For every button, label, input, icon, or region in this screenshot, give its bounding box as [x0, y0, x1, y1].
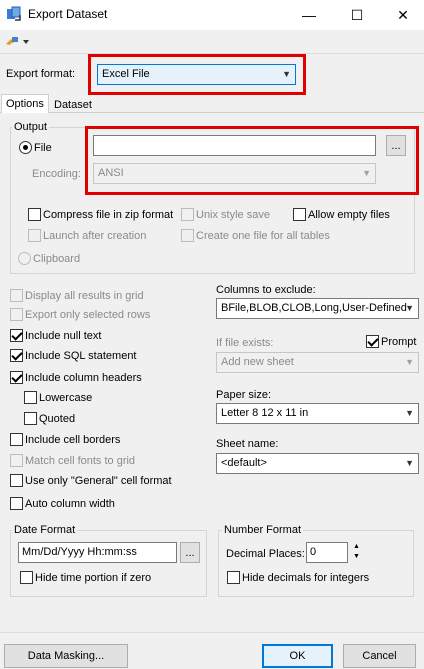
date-format-group: [10, 530, 207, 597]
display-all-checkbox[interactable]: [10, 289, 23, 302]
encoding-label: Encoding:: [32, 168, 81, 180]
allow-empty-checkbox[interactable]: [293, 208, 306, 221]
one-file-checkbox[interactable]: [181, 229, 194, 242]
quoted-label: Quoted: [39, 413, 76, 425]
include-null-label: Include null text: [25, 330, 102, 342]
cancel-button[interactable]: Cancel: [343, 644, 416, 668]
unix-style-checkbox[interactable]: [181, 208, 194, 221]
columns-exclude-value: BFile,BLOB,CLOB,Long,User-Defined: [221, 302, 407, 314]
decimal-places-label: Decimal Places:: [226, 548, 305, 560]
highlight-box-file: [85, 126, 419, 195]
launch-label: Launch after creation: [43, 230, 147, 242]
clipboard-radio[interactable]: [18, 252, 31, 265]
number-format-title: Number Format: [222, 524, 304, 536]
include-sql-checkbox[interactable]: [10, 349, 23, 362]
close-button[interactable]: ✕: [380, 0, 424, 30]
spin-down-icon[interactable]: ▼: [350, 552, 363, 562]
window-title: Export Dataset: [28, 7, 108, 21]
hide-decimals-label: Hide decimals for integers: [242, 572, 370, 584]
include-headers-label: Include column headers: [25, 372, 142, 384]
chevron-down-icon: ▼: [405, 408, 414, 418]
file-label: File: [34, 142, 52, 154]
include-borders-checkbox[interactable]: [10, 433, 23, 446]
columns-exclude-label: Columns to exclude:: [216, 284, 316, 296]
sheet-name-select[interactable]: <default> ▼: [216, 453, 419, 474]
app-icon: [7, 6, 21, 21]
chevron-down-icon: ▼: [405, 357, 414, 367]
compress-checkbox[interactable]: [28, 208, 41, 221]
display-all-label: Display all results in grid: [25, 290, 144, 302]
chevron-down-icon: ▼: [405, 303, 414, 313]
paper-size-label: Paper size:: [216, 389, 272, 401]
output-group-title: Output: [12, 121, 50, 133]
data-masking-button[interactable]: Data Masking...: [4, 644, 128, 668]
minimize-button[interactable]: —: [286, 0, 332, 30]
toolbar-tools-icon[interactable]: [5, 36, 29, 46]
quoted-checkbox[interactable]: [24, 412, 37, 425]
lowercase-checkbox[interactable]: [24, 391, 37, 404]
include-null-checkbox[interactable]: [10, 329, 23, 342]
spin-up-icon[interactable]: ▲: [350, 542, 363, 552]
date-format-browse-button[interactable]: ...: [180, 542, 200, 563]
number-format-group: [218, 530, 414, 597]
include-borders-label: Include cell borders: [25, 434, 121, 446]
hide-decimals-checkbox[interactable]: [227, 571, 240, 584]
sheet-name-value: <default>: [221, 457, 267, 469]
date-format-input[interactable]: Mm/Dd/Yyyy Hh:mm:ss: [18, 542, 177, 563]
date-format-title: Date Format: [12, 524, 78, 536]
footer-separator: [0, 632, 424, 633]
decimal-places-spinner[interactable]: ▲ ▼: [350, 542, 363, 563]
highlight-box-format: [88, 54, 306, 95]
ok-button[interactable]: OK: [262, 644, 333, 668]
tab-dataset[interactable]: Dataset: [50, 96, 96, 115]
file-radio[interactable]: [19, 141, 32, 154]
auto-width-label: Auto column width: [25, 498, 115, 510]
export-selected-checkbox[interactable]: [10, 308, 23, 321]
paper-size-select[interactable]: Letter 8 12 x 11 in ▼: [216, 403, 419, 424]
clipboard-label: Clipboard: [33, 253, 81, 265]
one-file-label: Create one file for all tables: [196, 230, 330, 242]
tab-options[interactable]: Options: [1, 94, 49, 113]
chevron-down-icon: ▼: [405, 458, 414, 468]
launch-checkbox[interactable]: [28, 229, 41, 242]
sheet-name-label: Sheet name:: [216, 438, 279, 450]
if-exists-value: Add new sheet: [221, 356, 294, 368]
maximize-button[interactable]: ☐: [334, 0, 380, 30]
allow-empty-label: Allow empty files: [308, 209, 390, 221]
match-fonts-label: Match cell fonts to grid: [25, 455, 136, 467]
auto-width-checkbox[interactable]: [10, 497, 23, 510]
decimal-places-input[interactable]: 0: [306, 542, 348, 563]
export-selected-label: Export only selected rows: [25, 309, 151, 321]
compress-label: Compress file in zip format: [43, 209, 174, 221]
hide-time-checkbox[interactable]: [20, 571, 33, 584]
use-general-checkbox[interactable]: [10, 474, 23, 487]
columns-exclude-select[interactable]: BFile,BLOB,CLOB,Long,User-Defined ▼: [216, 298, 419, 319]
unix-style-label: Unix style save: [196, 209, 270, 221]
match-fonts-checkbox[interactable]: [10, 454, 23, 467]
include-sql-label: Include SQL statement: [25, 350, 137, 362]
include-headers-checkbox[interactable]: [10, 371, 23, 384]
export-format-label: Export format:: [6, 68, 76, 80]
if-exists-select[interactable]: Add new sheet ▼: [216, 352, 419, 373]
if-exists-label: If file exists:: [216, 337, 274, 349]
hide-time-label: Hide time portion if zero: [35, 572, 152, 584]
lowercase-label: Lowercase: [39, 392, 93, 404]
use-general-label: Use only "General" cell format: [25, 475, 172, 487]
prompt-label: Prompt: [381, 336, 417, 348]
paper-size-value: Letter 8 12 x 11 in: [221, 407, 309, 419]
prompt-checkbox[interactable]: [366, 335, 379, 348]
